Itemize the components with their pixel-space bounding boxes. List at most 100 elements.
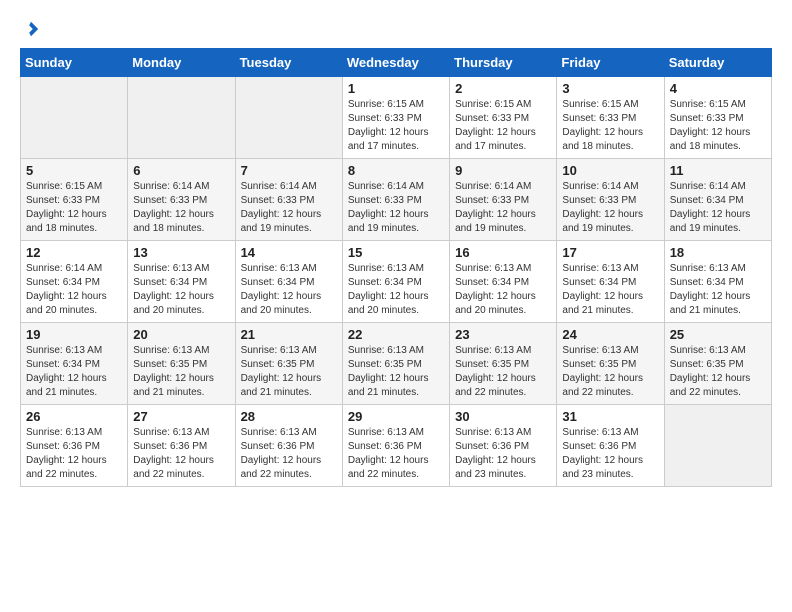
day-info: Sunrise: 6:14 AM Sunset: 6:34 PM Dayligh… — [26, 262, 122, 318]
day-number: 21 — [241, 327, 337, 342]
calendar: SundayMondayTuesdayWednesdayThursdayFrid… — [20, 48, 772, 487]
day-info: Sunrise: 6:13 AM Sunset: 6:34 PM Dayligh… — [670, 262, 766, 318]
day-number: 9 — [455, 163, 551, 178]
calendar-cell: 23 Sunrise: 6:13 AM Sunset: 6:35 PM Dayli… — [450, 323, 557, 405]
weekday-friday: Friday — [557, 49, 664, 77]
day-number: 3 — [562, 81, 658, 96]
day-info: Sunrise: 6:15 AM Sunset: 6:33 PM Dayligh… — [562, 98, 658, 154]
day-info: Sunrise: 6:14 AM Sunset: 6:33 PM Dayligh… — [455, 180, 551, 236]
day-number: 1 — [348, 81, 444, 96]
day-number: 29 — [348, 409, 444, 424]
day-info: Sunrise: 6:14 AM Sunset: 6:33 PM Dayligh… — [241, 180, 337, 236]
logo-icon — [22, 20, 40, 38]
calendar-cell — [235, 77, 342, 159]
calendar-cell — [21, 77, 128, 159]
day-info: Sunrise: 6:13 AM Sunset: 6:34 PM Dayligh… — [455, 262, 551, 318]
day-info: Sunrise: 6:14 AM Sunset: 6:33 PM Dayligh… — [348, 180, 444, 236]
day-number: 15 — [348, 245, 444, 260]
calendar-cell: 8 Sunrise: 6:14 AM Sunset: 6:33 PM Daylig… — [342, 159, 449, 241]
day-info: Sunrise: 6:13 AM Sunset: 6:36 PM Dayligh… — [26, 426, 122, 482]
calendar-cell: 5 Sunrise: 6:15 AM Sunset: 6:33 PM Daylig… — [21, 159, 128, 241]
day-number: 18 — [670, 245, 766, 260]
day-info: Sunrise: 6:13 AM Sunset: 6:34 PM Dayligh… — [241, 262, 337, 318]
week-row-1: 1 Sunrise: 6:15 AM Sunset: 6:33 PM Daylig… — [21, 77, 772, 159]
day-number: 13 — [133, 245, 229, 260]
weekday-monday: Monday — [128, 49, 235, 77]
calendar-cell: 7Sunrise: 6:14 AM Sunset: 6:33 PM Daylig… — [235, 159, 342, 241]
calendar-cell: 10Sunrise: 6:14 AM Sunset: 6:33 PM Dayli… — [557, 159, 664, 241]
calendar-cell: 13 Sunrise: 6:13 AM Sunset: 6:34 PM Dayli… — [128, 241, 235, 323]
calendar-cell: 12 Sunrise: 6:14 AM Sunset: 6:34 PM Dayli… — [21, 241, 128, 323]
page-header — [20, 20, 772, 38]
week-row-2: 5 Sunrise: 6:15 AM Sunset: 6:33 PM Daylig… — [21, 159, 772, 241]
day-info: Sunrise: 6:15 AM Sunset: 6:33 PM Dayligh… — [670, 98, 766, 154]
weekday-tuesday: Tuesday — [235, 49, 342, 77]
day-number: 25 — [670, 327, 766, 342]
day-info: Sunrise: 6:13 AM Sunset: 6:36 PM Dayligh… — [562, 426, 658, 482]
calendar-body: 1 Sunrise: 6:15 AM Sunset: 6:33 PM Daylig… — [21, 77, 772, 487]
weekday-thursday: Thursday — [450, 49, 557, 77]
day-info: Sunrise: 6:15 AM Sunset: 6:33 PM Dayligh… — [348, 98, 444, 154]
weekday-wednesday: Wednesday — [342, 49, 449, 77]
day-info: Sunrise: 6:13 AM Sunset: 6:35 PM Dayligh… — [455, 344, 551, 400]
day-number: 6 — [133, 163, 229, 178]
calendar-cell: 15 Sunrise: 6:13 AM Sunset: 6:34 PM Dayli… — [342, 241, 449, 323]
weekday-saturday: Saturday — [664, 49, 771, 77]
calendar-cell: 22Sunrise: 6:13 AM Sunset: 6:35 PM Dayli… — [342, 323, 449, 405]
day-number: 2 — [455, 81, 551, 96]
calendar-cell: 9 Sunrise: 6:14 AM Sunset: 6:33 PM Daylig… — [450, 159, 557, 241]
day-info: Sunrise: 6:13 AM Sunset: 6:34 PM Dayligh… — [133, 262, 229, 318]
calendar-cell: 29 Sunrise: 6:13 AM Sunset: 6:36 PM Dayli… — [342, 405, 449, 487]
day-number: 27 — [133, 409, 229, 424]
calendar-cell: 27 Sunrise: 6:13 AM Sunset: 6:36 PM Dayli… — [128, 405, 235, 487]
calendar-cell: 17Sunrise: 6:13 AM Sunset: 6:34 PM Dayli… — [557, 241, 664, 323]
day-number: 20 — [133, 327, 229, 342]
day-number: 5 — [26, 163, 122, 178]
day-number: 11 — [670, 163, 766, 178]
day-number: 12 — [26, 245, 122, 260]
calendar-cell: 11 Sunrise: 6:14 AM Sunset: 6:34 PM Dayli… — [664, 159, 771, 241]
day-info: Sunrise: 6:13 AM Sunset: 6:34 PM Dayligh… — [26, 344, 122, 400]
day-number: 16 — [455, 245, 551, 260]
day-info: Sunrise: 6:13 AM Sunset: 6:35 PM Dayligh… — [133, 344, 229, 400]
day-info: Sunrise: 6:13 AM Sunset: 6:34 PM Dayligh… — [562, 262, 658, 318]
day-info: Sunrise: 6:13 AM Sunset: 6:35 PM Dayligh… — [562, 344, 658, 400]
day-info: Sunrise: 6:13 AM Sunset: 6:36 PM Dayligh… — [241, 426, 337, 482]
calendar-cell — [128, 77, 235, 159]
calendar-cell: 19Sunrise: 6:13 AM Sunset: 6:34 PM Dayli… — [21, 323, 128, 405]
day-number: 24 — [562, 327, 658, 342]
day-info: Sunrise: 6:13 AM Sunset: 6:35 PM Dayligh… — [670, 344, 766, 400]
day-info: Sunrise: 6:13 AM Sunset: 6:34 PM Dayligh… — [348, 262, 444, 318]
day-info: Sunrise: 6:14 AM Sunset: 6:34 PM Dayligh… — [670, 180, 766, 236]
calendar-cell: 14 Sunrise: 6:13 AM Sunset: 6:34 PM Dayli… — [235, 241, 342, 323]
day-info: Sunrise: 6:13 AM Sunset: 6:36 PM Dayligh… — [348, 426, 444, 482]
calendar-cell — [664, 405, 771, 487]
calendar-cell: 18 Sunrise: 6:13 AM Sunset: 6:34 PM Dayli… — [664, 241, 771, 323]
calendar-cell: 25 Sunrise: 6:13 AM Sunset: 6:35 PM Dayli… — [664, 323, 771, 405]
calendar-cell: 6Sunrise: 6:14 AM Sunset: 6:33 PM Daylig… — [128, 159, 235, 241]
calendar-cell: 24 Sunrise: 6:13 AM Sunset: 6:35 PM Dayli… — [557, 323, 664, 405]
week-row-5: 26 Sunrise: 6:13 AM Sunset: 6:36 PM Dayli… — [21, 405, 772, 487]
calendar-cell: 4 Sunrise: 6:15 AM Sunset: 6:33 PM Daylig… — [664, 77, 771, 159]
day-info: Sunrise: 6:15 AM Sunset: 6:33 PM Dayligh… — [26, 180, 122, 236]
day-number: 8 — [348, 163, 444, 178]
day-info: Sunrise: 6:15 AM Sunset: 6:33 PM Dayligh… — [455, 98, 551, 154]
calendar-cell: 16 Sunrise: 6:13 AM Sunset: 6:34 PM Dayli… — [450, 241, 557, 323]
day-number: 22 — [348, 327, 444, 342]
day-number: 26 — [26, 409, 122, 424]
day-number: 4 — [670, 81, 766, 96]
calendar-cell: 31 Sunrise: 6:13 AM Sunset: 6:36 PM Dayli… — [557, 405, 664, 487]
day-number: 14 — [241, 245, 337, 260]
calendar-cell: 20 Sunrise: 6:13 AM Sunset: 6:35 PM Dayli… — [128, 323, 235, 405]
week-row-3: 12 Sunrise: 6:14 AM Sunset: 6:34 PM Dayli… — [21, 241, 772, 323]
weekday-header-row: SundayMondayTuesdayWednesdayThursdayFrid… — [21, 49, 772, 77]
calendar-cell: 26 Sunrise: 6:13 AM Sunset: 6:36 PM Dayli… — [21, 405, 128, 487]
calendar-cell: 21Sunrise: 6:13 AM Sunset: 6:35 PM Dayli… — [235, 323, 342, 405]
day-info: Sunrise: 6:13 AM Sunset: 6:36 PM Dayligh… — [133, 426, 229, 482]
day-number: 31 — [562, 409, 658, 424]
day-number: 23 — [455, 327, 551, 342]
weekday-sunday: Sunday — [21, 49, 128, 77]
day-number: 28 — [241, 409, 337, 424]
day-number: 10 — [562, 163, 658, 178]
calendar-cell: 30Sunrise: 6:13 AM Sunset: 6:36 PM Dayli… — [450, 405, 557, 487]
